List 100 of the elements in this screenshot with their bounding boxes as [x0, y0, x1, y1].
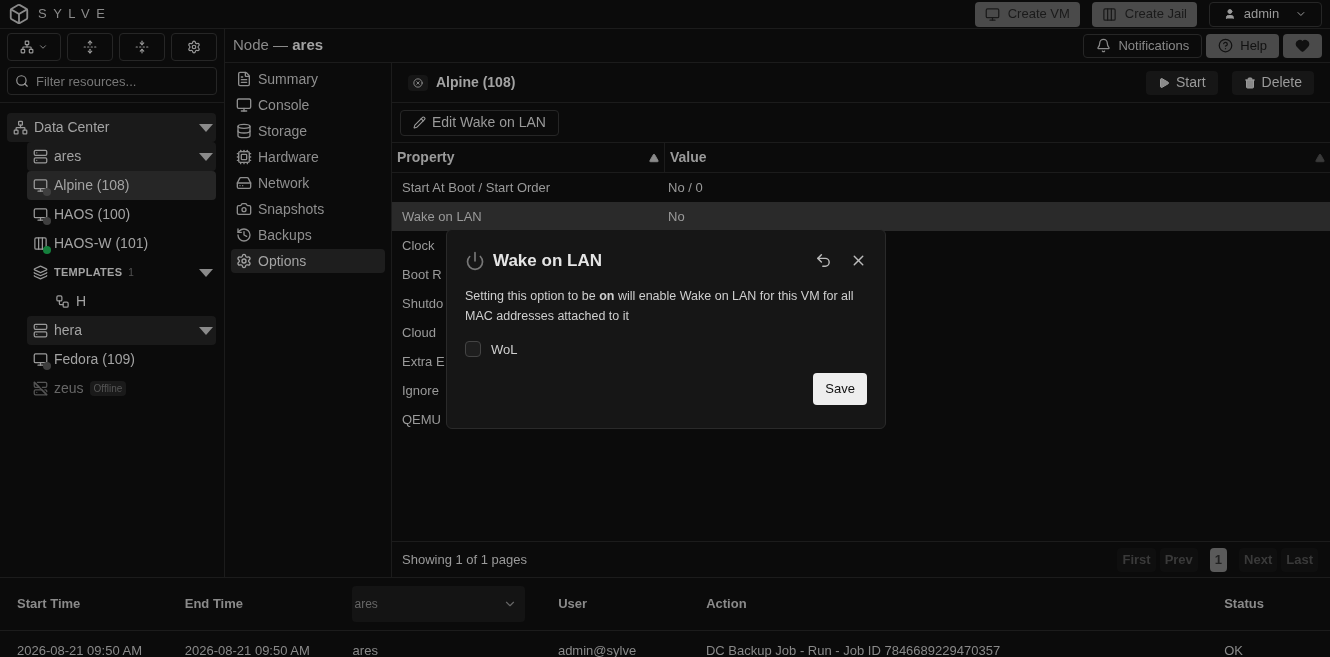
- brand-name: SYLVE: [38, 5, 112, 24]
- nav-item[interactable]: Summary: [231, 67, 385, 91]
- column-header: Action: [706, 596, 747, 612]
- table-cell: ares: [352, 643, 378, 657]
- tree-label: Alpine (108): [54, 176, 130, 195]
- tree-item[interactable]: Alpine (108): [27, 171, 216, 200]
- tree-label: H: [76, 292, 87, 311]
- checkbox-label: WoL: [491, 340, 518, 359]
- power-icon: [465, 250, 485, 271]
- save-button[interactable]: Save: [813, 373, 867, 405]
- tree-label: zeus: [54, 379, 84, 398]
- expand-button[interactable]: [67, 33, 113, 61]
- table-cell: admin@sylve: [557, 643, 637, 657]
- pagination-info: Showing 1 of 1 pages: [402, 550, 528, 569]
- storage-icon: [236, 123, 252, 139]
- collapse-button[interactable]: [119, 33, 165, 61]
- search-icon: [15, 74, 29, 88]
- table-cell: Cloud: [402, 324, 436, 340]
- tree-label: Data Center: [34, 118, 110, 137]
- nav-item[interactable]: Snapshots: [231, 197, 385, 221]
- reset-icon[interactable]: [815, 252, 832, 270]
- help-icon: [1218, 38, 1234, 53]
- settings-icon: [187, 40, 201, 54]
- heart-icon: [1295, 38, 1310, 53]
- edit-button[interactable]: Edit Wake on LAN: [400, 109, 559, 136]
- table-cell: Start At Boot / Start Order: [402, 179, 551, 195]
- tree-item[interactable]: Fedora (109): [27, 345, 216, 374]
- tree-item[interactable]: zeus Offline: [27, 374, 216, 403]
- tree-label: hera: [54, 321, 83, 340]
- table-cell: DC Backup Job - Run - Job ID 7846689229470357: [705, 643, 1001, 657]
- monitor-icon: [984, 6, 1000, 22]
- vm-tab-title: Alpine (108): [436, 73, 516, 92]
- table-cell: 2026-08-21 09:50 AM: [184, 643, 310, 657]
- caret-icon[interactable]: [199, 326, 213, 335]
- server-icon: [33, 149, 48, 164]
- tree-item[interactable]: Data Center: [7, 113, 216, 142]
- tree-label: ares: [54, 147, 82, 166]
- table-cell-text: No: [667, 207, 686, 226]
- server-icon: [33, 323, 48, 338]
- table-row[interactable]: Wake on LAN No: [392, 202, 1330, 231]
- search-field[interactable]: Filter resources...: [7, 67, 217, 95]
- caret-icon[interactable]: [199, 268, 213, 277]
- tree-item[interactable]: H: [27, 287, 216, 316]
- nav-item[interactable]: Console: [231, 93, 385, 117]
- caret-icon[interactable]: [199, 152, 213, 161]
- count-label: 1: [128, 266, 134, 280]
- sort-icon: [1315, 152, 1325, 163]
- offline-badge: Offline: [89, 381, 127, 396]
- tree-view-button[interactable]: [7, 33, 61, 61]
- notifications-button[interactable]: Notifications: [1083, 33, 1203, 58]
- bell-icon: [1096, 38, 1112, 53]
- snapshots-icon: [236, 201, 252, 217]
- settings-button[interactable]: [171, 33, 217, 61]
- sort-icon: [649, 152, 659, 163]
- tree-label: HAOS-W (101): [54, 234, 149, 253]
- cube-logo-icon: [8, 3, 30, 25]
- column-header[interactable]: Property: [392, 143, 665, 172]
- delete-button[interactable]: Delete: [1231, 70, 1314, 95]
- column-header: End Time: [184, 596, 243, 612]
- server-off-icon: [33, 381, 48, 396]
- table-cell: OK: [1224, 643, 1243, 657]
- tree-label: TEMPLATES: [54, 265, 123, 281]
- play-icon: [1157, 76, 1170, 89]
- column-header[interactable]: Value: [665, 143, 1330, 172]
- nav-item[interactable]: Storage: [231, 119, 385, 143]
- nav-item[interactable]: Options: [231, 249, 385, 273]
- checkbox[interactable]: [465, 341, 481, 358]
- tree-item[interactable]: HAOS-W (101): [27, 229, 216, 258]
- dialog-title: Wake on LAN: [493, 250, 602, 272]
- collapse-icon: [135, 40, 149, 54]
- caret-icon[interactable]: [199, 123, 213, 132]
- tree-item[interactable]: hera: [27, 316, 216, 345]
- start-button[interactable]: Start: [1145, 70, 1218, 95]
- console-icon: [236, 97, 252, 113]
- nav-item[interactable]: Network: [231, 171, 385, 195]
- user-icon: [1224, 7, 1236, 21]
- table-row[interactable]: Start At Boot / Start Order No / 0: [392, 173, 1330, 202]
- hardware-icon: [236, 149, 252, 165]
- column-header: Start Time: [17, 596, 81, 612]
- expand-icon: [83, 40, 97, 54]
- backups-icon: [236, 227, 252, 243]
- hierarchy-icon: [20, 40, 34, 54]
- table-cell: 2026-08-21 09:50 AM: [17, 643, 143, 657]
- tree-item[interactable]: TEMPLATES 1: [27, 258, 216, 287]
- nav-item[interactable]: Hardware: [231, 145, 385, 169]
- breadcrumb: Node — ares: [233, 35, 324, 56]
- tree-item[interactable]: ares: [27, 142, 216, 171]
- dialog-text: Setting this option to be on will enable Wake on LAN for this VM for all MAC addresses attached to it: [465, 287, 855, 325]
- trash-icon: [1243, 76, 1256, 89]
- layers-icon: [33, 265, 48, 280]
- user-menu[interactable]: admin: [1209, 1, 1322, 27]
- pencil-icon: [413, 116, 426, 129]
- tree-label: Fedora (109): [54, 350, 135, 369]
- tree-label: HAOS (100): [54, 205, 131, 224]
- table-cell-text: No / 0: [667, 178, 704, 197]
- table-cell: QEMU: [402, 411, 441, 427]
- chevron-icon: [38, 42, 48, 52]
- nav-item[interactable]: Backups: [231, 223, 385, 247]
- tree-item[interactable]: HAOS (100): [27, 200, 216, 229]
- column-header: Status: [1224, 596, 1264, 612]
